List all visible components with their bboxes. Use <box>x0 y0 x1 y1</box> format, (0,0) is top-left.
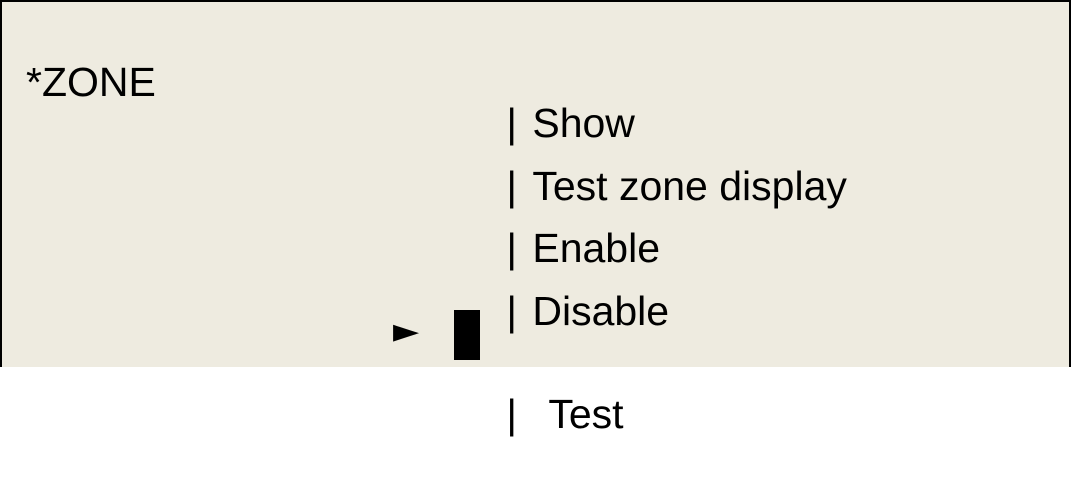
separator-bar: | <box>506 391 518 437</box>
menu-item-disable[interactable]: | Disable <box>438 250 847 331</box>
zone-menu: | Show | Test zone display | Enable | Disabl… <box>393 62 847 435</box>
menu-item-label: Test <box>548 391 624 437</box>
lcd-menu-screen: *ZONE | Show | Test zone display | Enable |… <box>0 0 1071 435</box>
menu-item-test-zone-display[interactable]: | Test zone display <box>438 125 847 206</box>
menu-item-enable[interactable]: | Enable <box>438 187 847 269</box>
menu-item-show[interactable]: | Show <box>438 62 847 144</box>
menu-title: *ZONE <box>26 59 156 105</box>
text-cursor-block <box>454 310 480 360</box>
menu-item-test[interactable]: ► | Test <box>393 310 847 435</box>
selection-pointer-icon: ► <box>393 311 420 351</box>
